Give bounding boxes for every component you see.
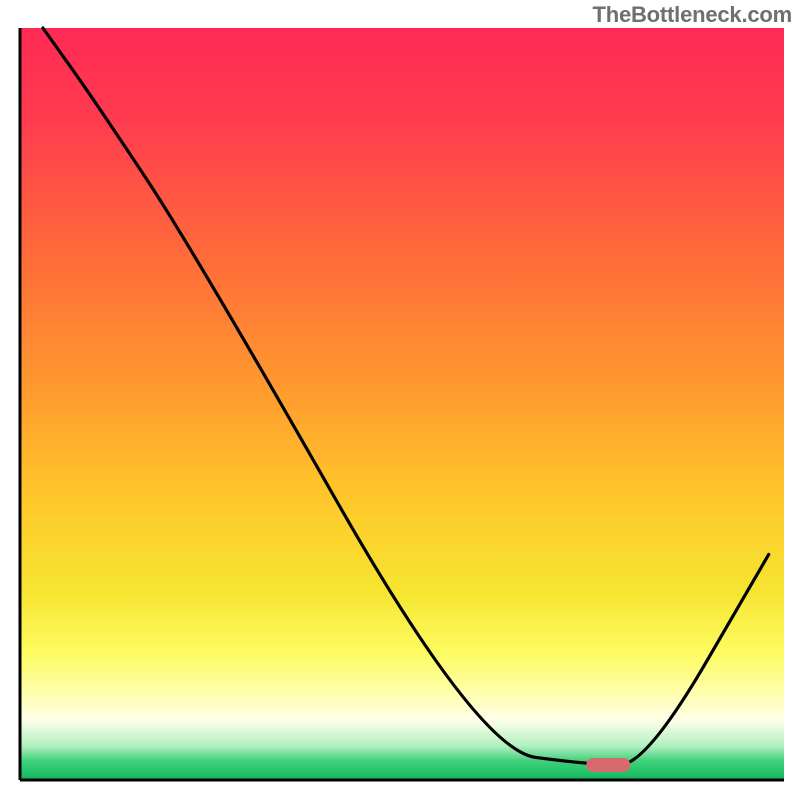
bottleneck-chart: TheBottleneck.com <box>0 0 800 800</box>
chart-svg <box>0 0 800 800</box>
plot-background <box>20 28 784 780</box>
optimal-point-marker <box>586 758 630 772</box>
